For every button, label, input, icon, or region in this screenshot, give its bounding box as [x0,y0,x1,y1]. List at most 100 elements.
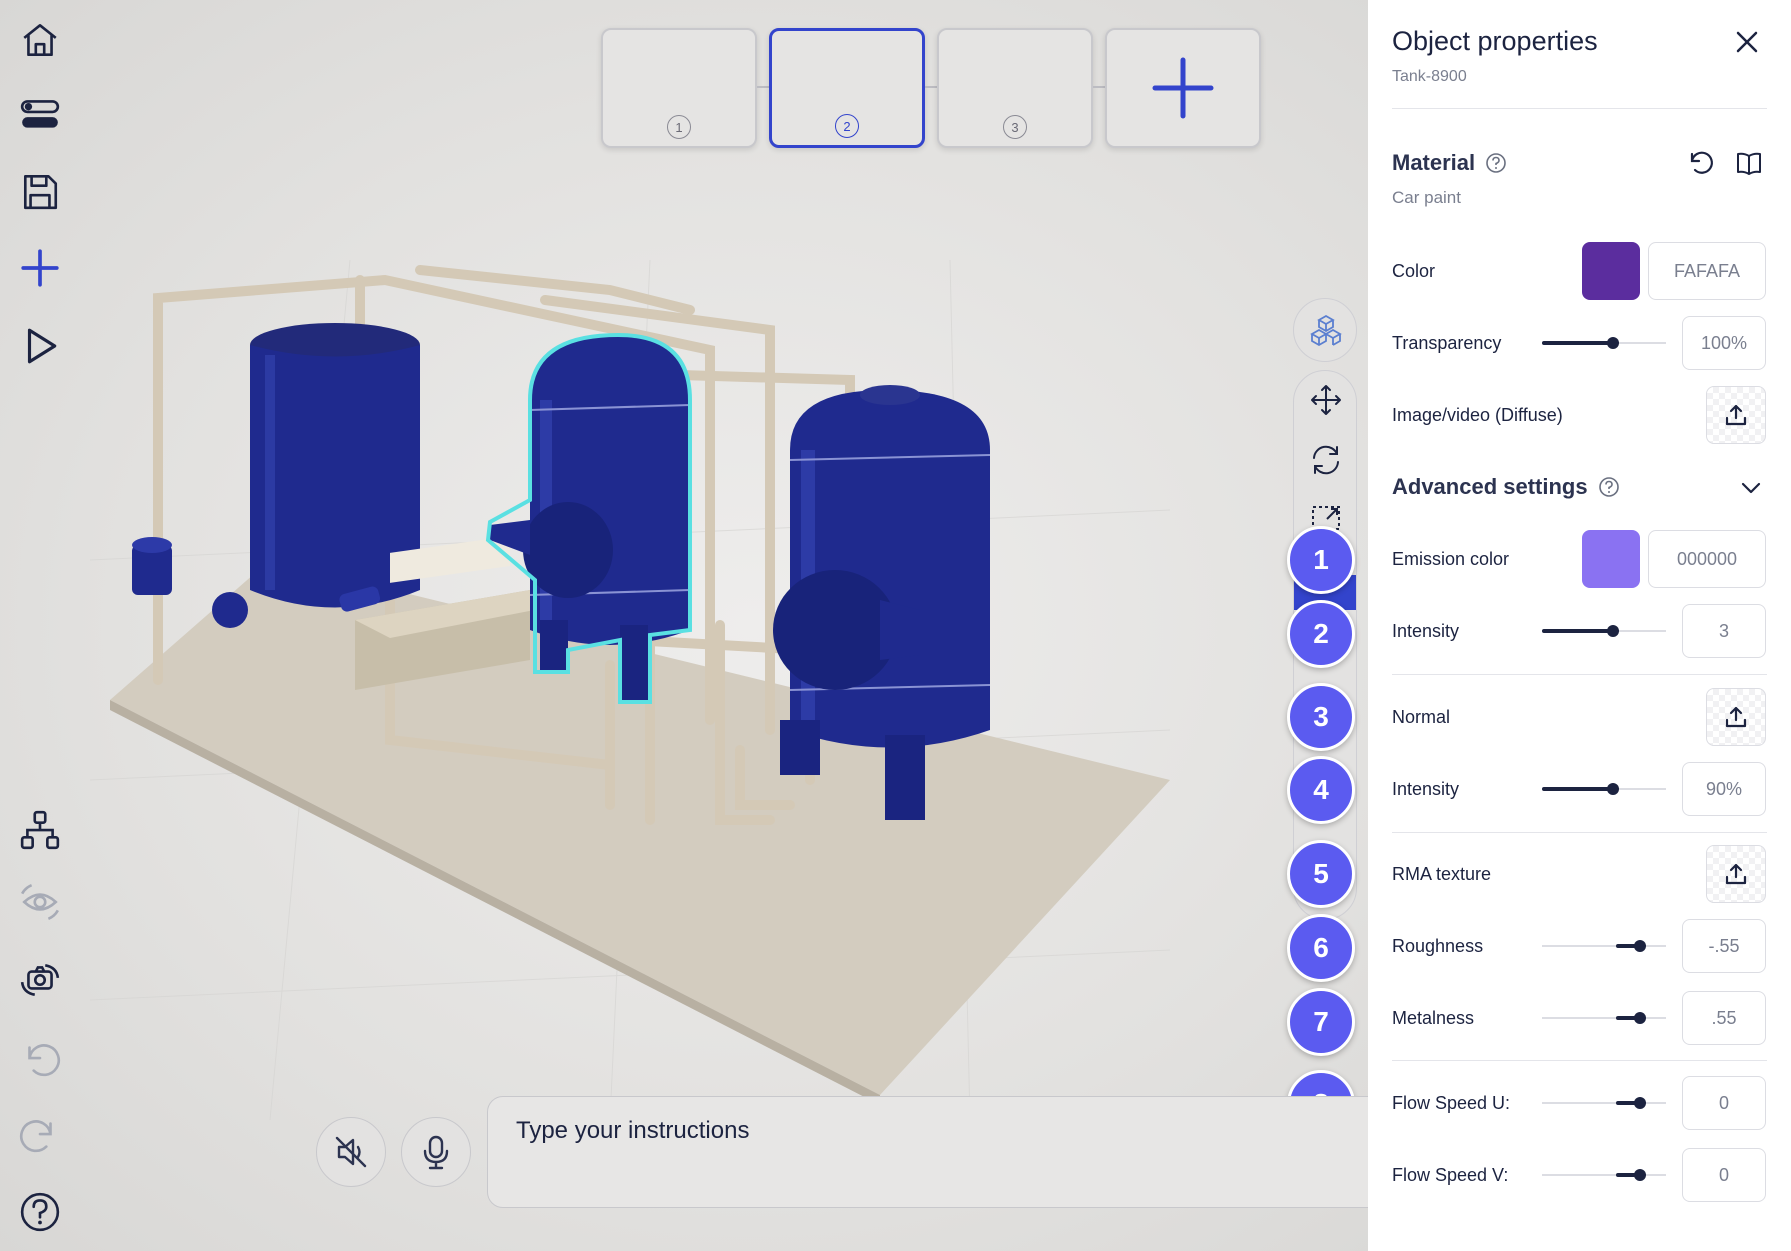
help-button[interactable] [14,1186,66,1238]
roughness-label: Roughness [1392,936,1484,956]
undo-button[interactable] [14,1032,66,1084]
step-badge[interactable]: 4 [1287,756,1355,824]
microphone-button[interactable] [401,1117,471,1187]
close-icon[interactable] [1733,28,1761,56]
components-button[interactable] [1306,310,1346,350]
color-swatch[interactable] [1582,242,1640,300]
play-button[interactable] [14,320,66,372]
scene-thumbnail-1[interactable]: 1 [601,28,757,148]
upload-icon [1725,706,1747,728]
step-badge[interactable]: 5 [1287,840,1355,908]
slider-handle[interactable] [1633,1169,1646,1181]
flow-speed-u-slider[interactable] [1542,1096,1666,1110]
add-scene-button[interactable] [1105,28,1261,148]
flow-speed-v-value[interactable]: 0 [1682,1148,1766,1202]
rma-label: RMA texture [1392,864,1492,884]
scene-thumbnail-2[interactable]: 2 [769,28,925,148]
scene-render[interactable] [90,260,1170,1120]
slider-handle[interactable] [1633,1097,1646,1109]
advanced-section-title[interactable]: Advanced settings [1392,474,1620,500]
transparency-slider[interactable] [1542,336,1666,350]
color-hex-field[interactable]: FAFAFA [1648,242,1766,300]
metalness-label: Metalness [1392,1008,1475,1028]
3d-viewport[interactable]: 1 2 3 1 2 3 4 5 6 7 Type your instructio… [0,0,1368,1251]
move-tool-button[interactable] [1306,380,1346,420]
material-title: Material [1392,150,1476,175]
material-type: Car paint [1392,188,1461,207]
divider [1392,674,1767,675]
visibility-cycle-button[interactable] [14,876,66,928]
microphone-icon [423,1135,449,1170]
slider-handle[interactable] [1606,625,1619,637]
save-button[interactable] [14,166,66,218]
settings-toggles-button[interactable] [14,88,66,140]
color-label: Color [1392,261,1436,281]
add-icon [21,249,59,287]
mute-button[interactable] [316,1117,386,1187]
speaker-muted-icon [335,1136,367,1168]
thumbnail-connector [925,86,937,88]
rma-upload-button[interactable] [1706,845,1766,903]
instruction-input[interactable]: Type your instructions [487,1096,1368,1208]
help-circle-icon[interactable] [1598,476,1620,498]
hierarchy-button[interactable] [14,804,66,856]
normal-intensity-value[interactable]: 90% [1682,762,1766,816]
intensity-label: Intensity [1392,779,1460,799]
roughness-value[interactable]: -.55 [1682,919,1766,973]
add-object-button[interactable] [14,242,66,294]
divider [1392,1060,1767,1061]
normal-intensity-slider[interactable] [1542,782,1666,796]
instruction-placeholder: Type your instructions [516,1117,750,1144]
thumbnail-number: 3 [1003,115,1027,139]
home-button[interactable] [14,14,66,66]
slider-handle[interactable] [1633,940,1646,952]
metalness-slider[interactable] [1542,1011,1666,1025]
panel-title: Object properties [1392,26,1598,56]
thumbnail-connector [1093,86,1105,88]
thumbnail-number: 1 [667,115,691,139]
step-badge[interactable]: 6 [1287,914,1355,982]
flow-speed-u-value[interactable]: 0 [1682,1076,1766,1130]
transparency-label: Transparency [1392,333,1502,353]
transparency-value[interactable]: 100% [1682,316,1766,370]
play-icon [27,328,57,364]
flow-speed-v-label: Flow Speed V: [1392,1165,1509,1185]
material-section-title: Material [1392,150,1507,176]
slider-handle[interactable] [1606,783,1619,795]
redo-button[interactable] [14,1108,66,1160]
emission-hex-field[interactable]: 000000 [1648,530,1766,588]
normal-upload-button[interactable] [1706,688,1766,746]
rotate-icon [1313,445,1339,475]
metalness-value[interactable]: .55 [1682,991,1766,1045]
diffuse-upload-button[interactable] [1706,386,1766,444]
emission-swatch[interactable] [1582,530,1640,588]
chevron-down-icon[interactable] [1736,473,1766,503]
help-circle-icon[interactable] [1485,152,1507,174]
divider [1392,832,1767,833]
step-badge[interactable]: 7 [1287,988,1355,1056]
book-icon[interactable] [1734,148,1764,178]
left-toolbar [0,0,80,1251]
camera-cycle-button[interactable] [14,954,66,1006]
emission-intensity-slider[interactable] [1542,624,1666,638]
intensity-label: Intensity [1392,621,1460,641]
plus-icon [1152,57,1214,119]
upload-icon [1725,863,1747,885]
step-badge[interactable]: 1 [1287,526,1355,594]
thumbnail-connector [757,86,769,88]
reset-icon[interactable] [1686,148,1716,178]
normal-label: Normal [1392,707,1451,727]
scene-thumbnail-3[interactable]: 3 [937,28,1093,148]
flow-speed-u-label: Flow Speed U: [1392,1093,1511,1113]
slider-handle[interactable] [1633,1012,1646,1024]
emission-intensity-value[interactable]: 3 [1682,604,1766,658]
rotate-tool-button[interactable] [1306,440,1346,480]
diffuse-label: Image/video (Diffuse) [1392,405,1563,425]
cubes-icon [1310,314,1342,347]
step-badge[interactable]: 2 [1287,600,1355,668]
roughness-slider[interactable] [1542,939,1666,953]
flow-speed-v-slider[interactable] [1542,1168,1666,1182]
divider [1392,108,1767,109]
step-badge[interactable]: 3 [1287,683,1355,751]
slider-handle[interactable] [1606,337,1619,349]
